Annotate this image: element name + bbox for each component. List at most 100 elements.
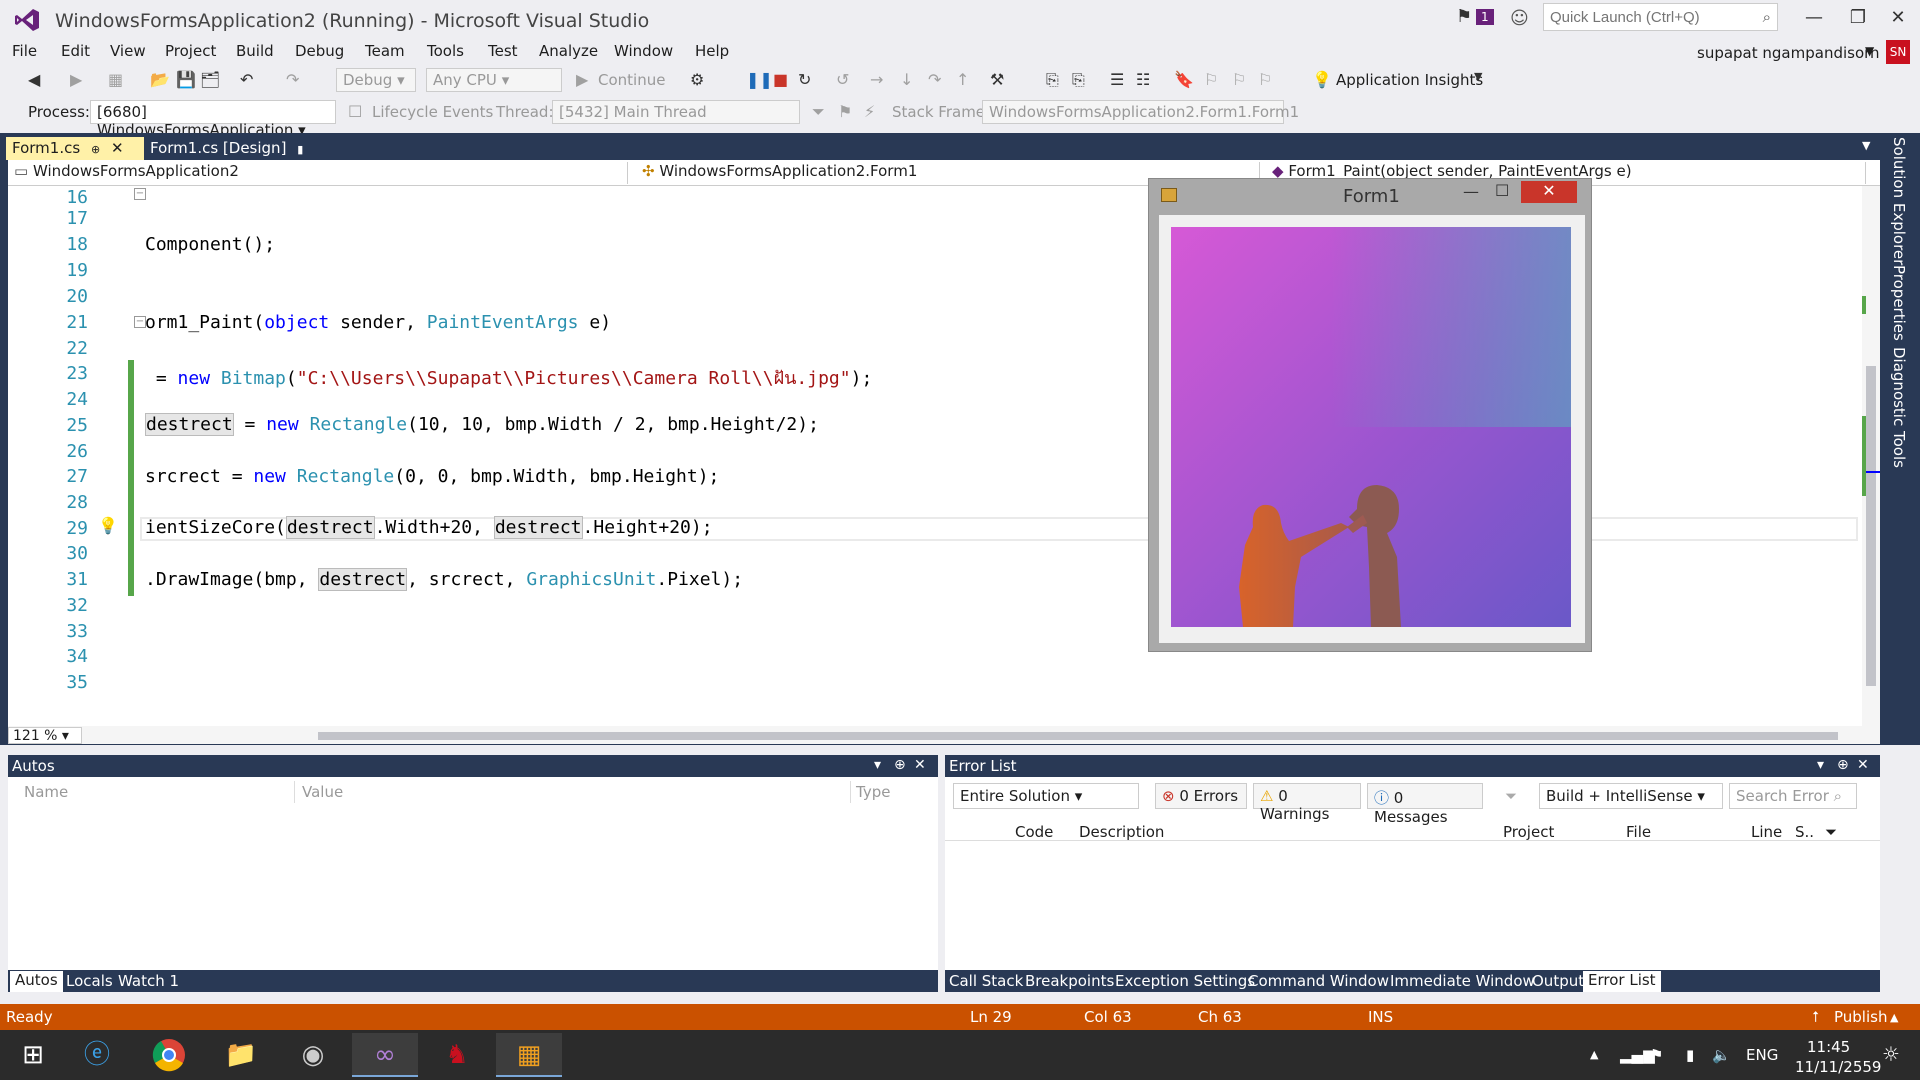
close-button[interactable]: ✕	[1521, 181, 1577, 203]
search-icon[interactable]: ⌕	[1763, 8, 1771, 26]
stack-frame-select[interactable]: WindowsFormsApplication2.Form1.Form1	[982, 100, 1299, 124]
menu-tools[interactable]: Tools	[427, 42, 464, 60]
tab-properties[interactable]: Properties	[1890, 265, 1908, 341]
chevron-down-icon[interactable]: ▼	[1865, 44, 1874, 58]
column-header-file[interactable]: File	[1626, 823, 1651, 841]
column-header-code[interactable]: Code	[1015, 823, 1053, 841]
messages-filter-button[interactable]: ⓘ 0 Messages	[1367, 783, 1483, 826]
menu-debug[interactable]: Debug	[295, 42, 344, 60]
navigate-back-icon[interactable]: ◀	[28, 70, 40, 89]
search-error-list-input[interactable]: Search Error ⌕	[1729, 783, 1857, 809]
save-all-icon[interactable]: 🗂	[200, 70, 220, 89]
internet-explorer-icon[interactable]: ⓔ	[64, 1033, 130, 1077]
column-header-type[interactable]: Type	[856, 783, 890, 801]
prev-bookmark-icon[interactable]: ⚐	[1204, 70, 1218, 89]
menu-window[interactable]: Window	[614, 42, 673, 60]
minimize-button[interactable]: —	[1463, 182, 1479, 201]
zoom-select[interactable]: 121 % ▾	[8, 727, 82, 744]
form1-window[interactable]: Form1 — ☐ ✕	[1148, 178, 1592, 652]
app-insights-button[interactable]: Application Insights	[1336, 71, 1483, 89]
build-intellisense-select[interactable]: Build + IntelliSense ▾	[1539, 783, 1723, 809]
project-select[interactable]: ▭ WindowsFormsApplication2	[8, 162, 628, 184]
user-name[interactable]: supapat ngampandisorn	[1697, 44, 1880, 62]
process-icon[interactable]: ⚙	[690, 70, 704, 89]
quick-launch-input[interactable]	[1544, 4, 1744, 30]
stop-debugging-icon[interactable]: ■	[773, 70, 788, 89]
lightbulb-icon[interactable]: 💡	[98, 516, 118, 535]
lifecycle-events-button[interactable]: Lifecycle Events	[372, 103, 493, 121]
menu-test[interactable]: Test	[488, 42, 518, 60]
clock-time[interactable]: 11:45	[1807, 1038, 1850, 1056]
filter-icon[interactable]: ⏷	[812, 102, 825, 122]
solution-config-select[interactable]: Debug ▾	[336, 68, 416, 92]
clear-filter-icon[interactable]: ⏷	[1505, 787, 1517, 805]
menu-edit[interactable]: Edit	[61, 42, 90, 60]
column-header-project[interactable]: Project	[1503, 823, 1554, 841]
show-next-statement-icon[interactable]: ↺	[836, 70, 849, 89]
close-icon[interactable]: ✕	[1857, 757, 1869, 773]
form-app-task-icon[interactable]: ▦	[496, 1033, 562, 1077]
break-all-icon[interactable]: ❚❚	[746, 70, 773, 89]
publish-arrow-icon[interactable]: ⭡	[1812, 1008, 1819, 1026]
close-icon[interactable]: ✕	[111, 139, 124, 157]
step-up-icon[interactable]: ↑	[956, 70, 969, 89]
collapse-icon[interactable]: −	[134, 188, 146, 200]
dropdown-icon[interactable]: ▾	[1817, 757, 1824, 773]
column-header-description[interactable]: Description	[1079, 823, 1164, 841]
tab-autos[interactable]: Autos	[10, 971, 63, 992]
clear-bookmarks-icon[interactable]: ⚐	[1258, 70, 1272, 89]
feedback-icon[interactable]: ☺	[1510, 8, 1529, 29]
tab-solution-explorer[interactable]: Solution Explorer	[1890, 137, 1908, 265]
indent-icon[interactable]: ☰	[1110, 70, 1124, 89]
toolbox-icon[interactable]: ⎘	[1046, 70, 1059, 90]
filter-icon[interactable]: ⏷	[1825, 823, 1837, 841]
input-language[interactable]: ENG	[1746, 1046, 1778, 1064]
action-center-flag-icon[interactable]: ⚑	[1650, 1046, 1663, 1064]
tab-breakpoints[interactable]: Breakpoints	[1025, 972, 1114, 990]
scrollbar-thumb[interactable]	[1866, 366, 1876, 686]
volume-icon[interactable]: 🔈	[1712, 1046, 1731, 1064]
save-icon[interactable]: 💾	[176, 70, 196, 89]
thread-select[interactable]: [5432] Main Thread	[552, 100, 800, 124]
pin-icon[interactable]: ⊕	[1837, 757, 1849, 773]
column-header-name[interactable]: Name	[24, 783, 68, 801]
scope-select[interactable]: Entire Solution ▾	[953, 783, 1139, 809]
pin-icon[interactable]: ⊕	[894, 757, 906, 773]
steam-icon[interactable]: ◉	[280, 1033, 346, 1077]
column-header-suppression[interactable]: S..	[1795, 823, 1814, 841]
app-insights-icon[interactable]: 💡	[1312, 70, 1332, 89]
notification-count-badge[interactable]: 1	[1476, 9, 1494, 25]
new-project-icon[interactable]: ▦	[108, 70, 123, 89]
next-bookmark-icon[interactable]: ⚐	[1232, 70, 1246, 89]
pin-icon[interactable]: ⊕	[91, 143, 100, 156]
comment-icon[interactable]: ☷	[1136, 70, 1150, 89]
restart-icon[interactable]: ↻	[798, 70, 811, 89]
battery-icon[interactable]: ▮	[1686, 1046, 1694, 1064]
tab-error-list[interactable]: Error List	[1583, 971, 1661, 992]
menu-help[interactable]: Help	[695, 42, 729, 60]
tab-call-stack[interactable]: Call Stack	[949, 972, 1023, 990]
minimize-button[interactable]: —	[1794, 4, 1834, 32]
menu-analyze[interactable]: Analyze	[539, 42, 598, 60]
open-file-icon[interactable]: 📂	[150, 70, 170, 89]
chevron-up-icon[interactable]: ▲	[1590, 1048, 1598, 1061]
app-task-icon[interactable]: ♞	[424, 1033, 490, 1077]
close-icon[interactable]: ✕	[914, 757, 926, 773]
editor-vertical-scrollbar[interactable]	[1862, 186, 1880, 726]
process-select[interactable]: [6680] WindowsFormsApplication ▾	[90, 100, 336, 139]
close-button[interactable]: ✕	[1878, 4, 1918, 32]
notifications-icon[interactable]: ☼	[1882, 1042, 1900, 1066]
tab-exception-settings[interactable]: Exception Settings	[1115, 972, 1255, 990]
continue-icon[interactable]: ▶	[576, 70, 588, 89]
tab-output[interactable]: Output	[1532, 972, 1584, 990]
solution-platform-select[interactable]: Any CPU ▾	[426, 68, 562, 92]
tab-diagnostic-tools[interactable]: Diagnostic Tools	[1890, 347, 1908, 468]
lifecycle-icon[interactable]: ☐	[348, 102, 362, 121]
chevron-up-icon[interactable]: ▲	[1890, 1011, 1898, 1024]
visual-studio-task-icon[interactable]: ∞	[352, 1033, 418, 1077]
tab-locals[interactable]: Locals	[66, 972, 113, 990]
menu-file[interactable]: File	[12, 42, 37, 60]
search-icon[interactable]: ⌕	[1834, 787, 1842, 805]
tab-immediate-window[interactable]: Immediate Window	[1390, 972, 1535, 990]
column-header-value[interactable]: Value	[302, 783, 343, 801]
